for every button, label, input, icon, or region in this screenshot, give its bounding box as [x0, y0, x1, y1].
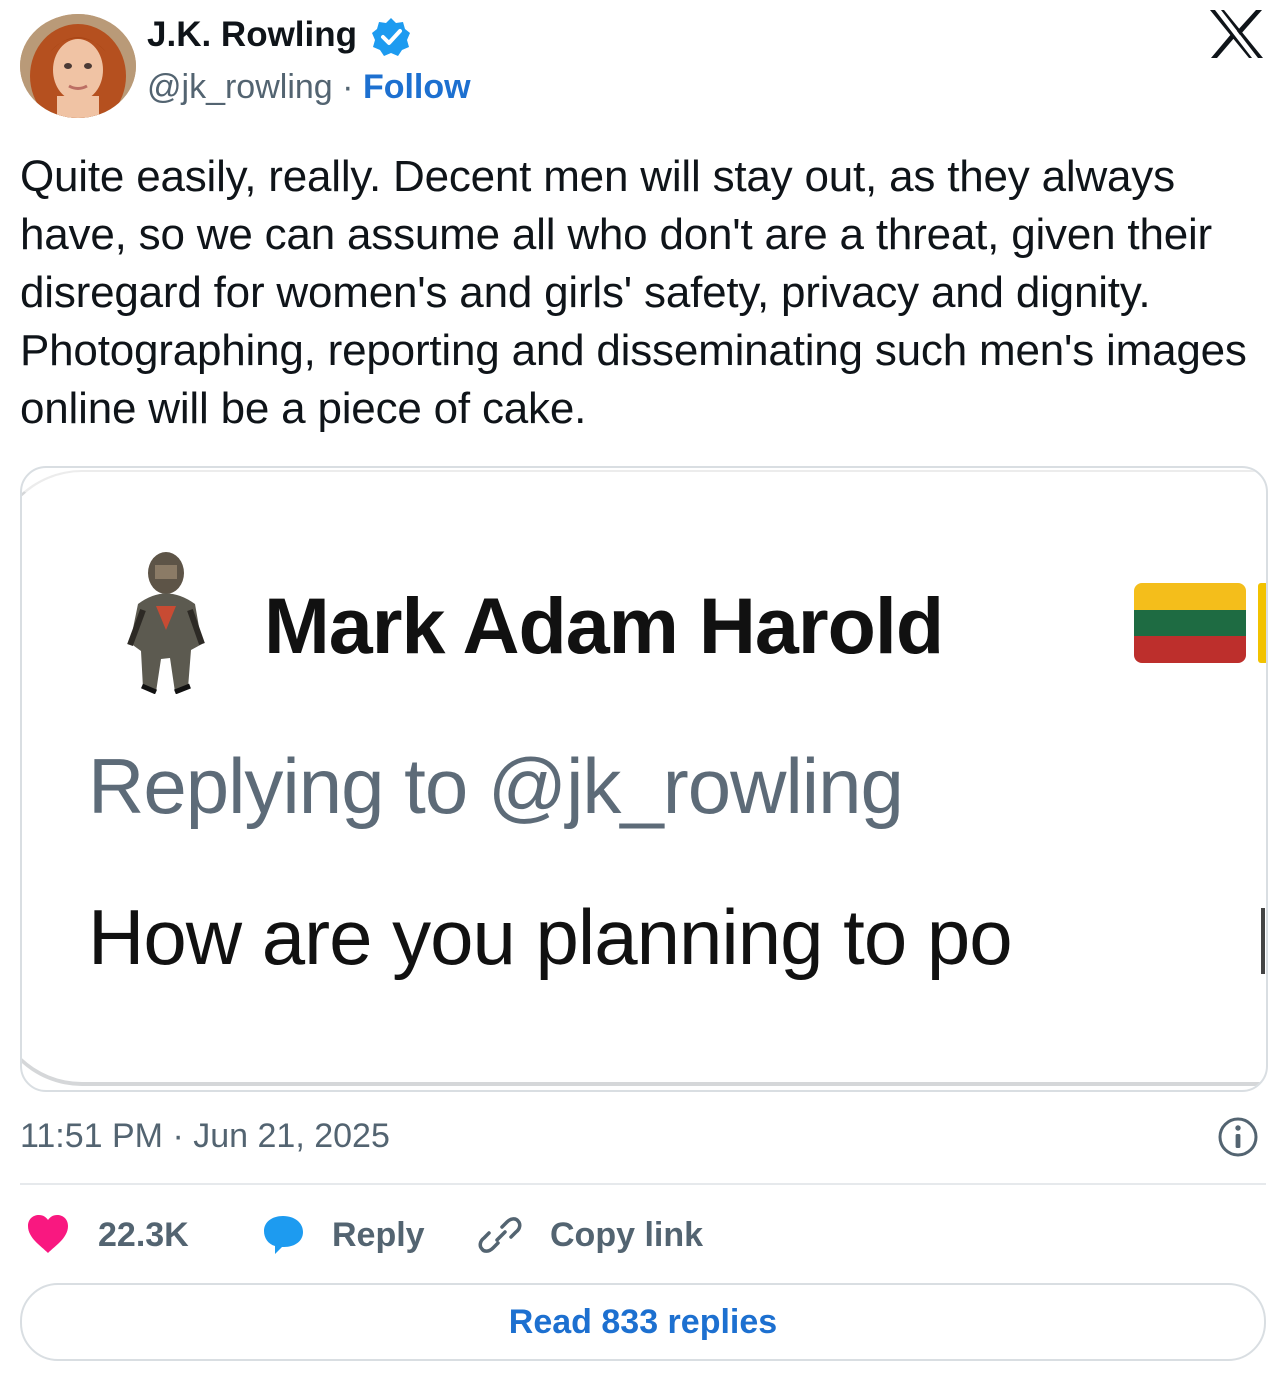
- author-handle-row: @jk_rowling · Follow: [147, 66, 471, 108]
- reply-button[interactable]: Reply: [260, 1208, 425, 1262]
- quoted-replying-to: Replying to @jk_rowling: [88, 742, 904, 830]
- tweet-date: Jun 21, 2025: [193, 1117, 390, 1155]
- timestamp-separator: ·: [172, 1117, 184, 1155]
- author-handle[interactable]: @jk_rowling: [147, 68, 333, 106]
- author-name[interactable]: J.K. Rowling: [147, 14, 357, 56]
- copy-link-label: Copy link: [550, 1215, 704, 1254]
- second-flag-icon: [1258, 583, 1266, 663]
- read-replies-button[interactable]: Read 833 replies: [20, 1283, 1266, 1361]
- like-button[interactable]: 22.3K: [26, 1208, 189, 1262]
- reply-label: Reply: [332, 1215, 425, 1254]
- info-icon[interactable]: [1216, 1115, 1260, 1159]
- tweet-timestamp[interactable]: 11:51 PM · Jun 21, 2025: [20, 1115, 390, 1157]
- profile-figure-image: [127, 552, 205, 694]
- separator: ·: [342, 68, 354, 106]
- author-avatar[interactable]: [20, 14, 136, 118]
- lithuania-flag-icon: [1134, 583, 1246, 663]
- heart-icon: [28, 1215, 68, 1253]
- reply-bubble-icon: [264, 1216, 303, 1254]
- copy-link-button[interactable]: Copy link: [478, 1208, 703, 1262]
- link-icon: [478, 1217, 522, 1253]
- quoted-screenshot[interactable]: Mark Adam Harold Replying to @jk_rowling…: [20, 466, 1268, 1092]
- verified-badge-icon: [372, 18, 410, 56]
- quoted-tweet-text: How are you planning to po: [88, 893, 1013, 981]
- tweet-time: 11:51 PM: [20, 1117, 164, 1155]
- like-count: 22.3K: [98, 1215, 189, 1254]
- quoted-author-name: Mark Adam Harold: [264, 581, 944, 670]
- x-logo-icon[interactable]: [1206, 8, 1266, 60]
- tweet-text: Quite easily, really. Decent men will st…: [20, 152, 1247, 433]
- follow-button[interactable]: Follow: [363, 68, 471, 106]
- cropped-text-edge: [1261, 908, 1265, 974]
- divider: [20, 1183, 1266, 1185]
